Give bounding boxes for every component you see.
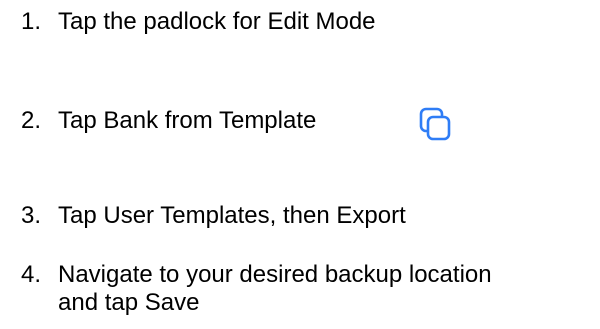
step-text: Tap the padlock for Edit Mode bbox=[58, 8, 376, 35]
step-number: 2. bbox=[21, 107, 42, 134]
step-text: Tap User Templates, then Export bbox=[58, 202, 406, 229]
step-number: 1. bbox=[21, 8, 42, 35]
instruction-steps: 1. Tap the padlock for Edit Mode 2. Tap … bbox=[0, 0, 600, 329]
step-1: 1. Tap the padlock for Edit Mode bbox=[21, 8, 376, 36]
step-4: 4. Navigate to your desired backup locat… bbox=[21, 261, 492, 317]
step-text: Navigate to your desired backup location… bbox=[58, 261, 492, 316]
step-3: 3. Tap User Templates, then Export bbox=[21, 202, 406, 230]
step-2: 2. Tap Bank from Template bbox=[21, 107, 316, 135]
step-number: 3. bbox=[21, 202, 42, 229]
copy-icon bbox=[417, 106, 453, 142]
step-number: 4. bbox=[21, 261, 42, 288]
step-text: Tap Bank from Template bbox=[58, 107, 317, 134]
